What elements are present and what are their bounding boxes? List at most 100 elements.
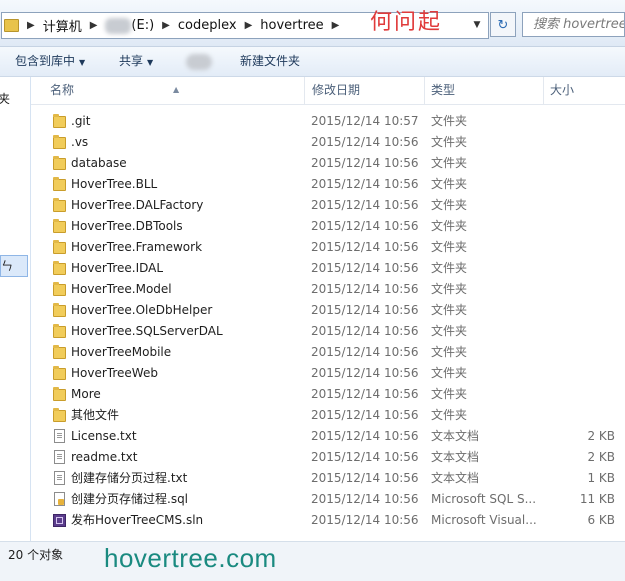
solution-file-icon: [53, 514, 66, 527]
file-row[interactable]: HoverTree.DBTools 2015/12/14 10:56 文件夹: [31, 216, 625, 237]
file-date: 2015/12/14 10:56: [311, 429, 419, 443]
file-row[interactable]: 发布HoverTreeCMS.sln 2015/12/14 10:56 Micros…: [31, 510, 625, 531]
address-row: ▶ 计算机 ▶ (E:) ▶ codeplex ▶ hovertree ▶ 何问…: [0, 0, 625, 47]
file-type: 文件夹: [431, 198, 468, 212]
file-row[interactable]: .vs 2015/12/14 10:56 文件夹: [31, 132, 625, 153]
file-type: 文件夹: [431, 408, 468, 422]
file-date: 2015/12/14 10:56: [311, 513, 419, 527]
folder-icon: [53, 135, 66, 149]
file-date: 2015/12/14 10:56: [311, 219, 419, 233]
file-date: 2015/12/14 10:56: [311, 303, 419, 317]
chevron-right-icon[interactable]: ▶: [332, 20, 340, 31]
command-bar: 包含到库中 ▼ 共享 ▼ 新建文件夹: [0, 47, 625, 77]
file-name: .vs: [71, 135, 89, 149]
file-row[interactable]: database 2015/12/14 10:56 文件夹: [31, 153, 625, 174]
breadcrumb-codeplex[interactable]: codeplex: [178, 18, 237, 33]
folder-icon: [53, 387, 66, 401]
search-input[interactable]: 搜索 hovertree: [522, 12, 625, 37]
refresh-button[interactable]: ↻: [490, 12, 516, 37]
refresh-icon: ↻: [497, 18, 509, 33]
file-type: 文件夹: [431, 156, 468, 170]
file-row[interactable]: HoverTree.DALFactory 2015/12/14 10:56 文件夹: [31, 195, 625, 216]
include-in-library-button[interactable]: 包含到库中 ▼: [15, 47, 85, 76]
folder-icon: [53, 282, 66, 296]
file-row[interactable]: HoverTree.Framework 2015/12/14 10:56 文件夹: [31, 237, 625, 258]
file-name: database: [71, 156, 127, 170]
file-name: 创建存储分页过程.txt: [71, 471, 188, 485]
new-folder-label: 新建文件夹: [240, 54, 301, 68]
file-row[interactable]: HoverTree.BLL 2015/12/14 10:56 文件夹: [31, 174, 625, 195]
file-date: 2015/12/14 10:56: [311, 240, 419, 254]
file-row[interactable]: 创建存储分页过程.txt 2015/12/14 10:56 文本文档 1 KB: [31, 468, 625, 489]
file-name: HoverTree.BLL: [71, 177, 158, 191]
file-row[interactable]: 其他文件 2015/12/14 10:56 文件夹: [31, 405, 625, 426]
chevron-right-icon[interactable]: ▶: [27, 20, 35, 31]
nav-item-partial[interactable]: 夹: [0, 90, 10, 107]
file-row[interactable]: HoverTree.IDAL 2015/12/14 10:56 文件夹: [31, 258, 625, 279]
breadcrumb-computer[interactable]: 计算机: [43, 16, 82, 35]
breadcrumb-hovertree[interactable]: hovertree: [260, 18, 323, 33]
new-folder-button[interactable]: 新建文件夹: [240, 47, 300, 76]
blurred-drive-label: [105, 17, 132, 34]
address-dropdown-icon[interactable]: ▼: [469, 14, 485, 36]
file-row[interactable]: HoverTree.OleDbHelper 2015/12/14 10:56 文件夹: [31, 300, 625, 321]
chevron-right-icon[interactable]: ▶: [90, 20, 98, 31]
file-type: Microsoft SQL S...: [431, 492, 537, 506]
file-name: HoverTree.DALFactory: [71, 198, 204, 212]
file-size: 1 KB: [587, 471, 615, 485]
file-name: License.txt: [71, 429, 137, 443]
folder-icon: [53, 303, 66, 317]
file-date: 2015/12/14 10:56: [311, 324, 419, 338]
folder-icon: [53, 408, 66, 422]
file-name: HoverTree.SQLServerDAL: [71, 324, 223, 338]
file-date: 2015/12/14 10:56: [311, 282, 419, 296]
file-name: 发布HoverTreeCMS.sln: [71, 513, 204, 527]
column-date[interactable]: 修改日期: [305, 77, 425, 104]
column-size[interactable]: 大小: [544, 77, 625, 104]
file-size: 2 KB: [587, 429, 615, 443]
file-name: More: [71, 387, 101, 401]
nav-item-selected[interactable]: ㄣ: [0, 255, 28, 277]
file-name: HoverTree.DBTools: [71, 219, 183, 233]
file-row[interactable]: License.txt 2015/12/14 10:56 文本文档 2 KB: [31, 426, 625, 447]
file-type: 文件夹: [431, 345, 468, 359]
file-row[interactable]: HoverTree.Model 2015/12/14 10:56 文件夹: [31, 279, 625, 300]
file-date: 2015/12/14 10:56: [311, 261, 419, 275]
text-file-icon: [54, 471, 65, 485]
folder-icon: [53, 324, 66, 338]
chevron-right-icon[interactable]: ▶: [245, 20, 253, 31]
folder-icon: [53, 156, 66, 170]
file-date: 2015/12/14 10:56: [311, 198, 419, 212]
chevron-right-icon[interactable]: ▶: [162, 20, 170, 31]
file-date: 2015/12/14 10:56: [311, 408, 419, 422]
file-type: 文件夹: [431, 114, 468, 128]
file-type: 文件夹: [431, 135, 468, 149]
file-name: .git: [71, 114, 91, 128]
file-date: 2015/12/14 10:56: [311, 492, 419, 506]
file-size: 11 KB: [579, 492, 615, 506]
file-row[interactable]: 创建分页存储过程.sql 2015/12/14 10:56 Microsoft SQ…: [31, 489, 625, 510]
file-row[interactable]: More 2015/12/14 10:56 文件夹: [31, 384, 625, 405]
file-name: HoverTree.IDAL: [71, 261, 164, 275]
folder-icon: [53, 240, 66, 254]
item-count: 20 个对象: [8, 548, 64, 562]
file-row[interactable]: HoverTreeWeb 2015/12/14 10:56 文件夹: [31, 363, 625, 384]
file-row[interactable]: readme.txt 2015/12/14 10:56 文本文档 2 KB: [31, 447, 625, 468]
file-row[interactable]: HoverTreeMobile 2015/12/14 10:56 文件夹: [31, 342, 625, 363]
text-file-icon: [54, 429, 65, 443]
file-size: 2 KB: [587, 450, 615, 464]
file-row[interactable]: HoverTree.SQLServerDAL 2015/12/14 10:56 文件…: [31, 321, 625, 342]
file-type: 文件夹: [431, 177, 468, 191]
file-type: 文本文档: [431, 450, 480, 464]
sql-file-icon: [54, 492, 65, 506]
breadcrumb-drive[interactable]: (E:): [131, 18, 154, 33]
folder-icon: [53, 219, 66, 233]
navigation-pane[interactable]: 夹 ㄣ: [0, 77, 31, 541]
share-button[interactable]: 共享 ▼: [119, 47, 153, 76]
column-name[interactable]: 名称 ▲: [31, 77, 305, 104]
file-type: 文件夹: [431, 387, 468, 401]
file-name: HoverTree.Framework: [71, 240, 203, 254]
column-type[interactable]: 类型: [425, 77, 544, 104]
share-label: 共享: [119, 54, 144, 68]
file-row[interactable]: .git 2015/12/14 10:57 文件夹: [31, 111, 625, 132]
